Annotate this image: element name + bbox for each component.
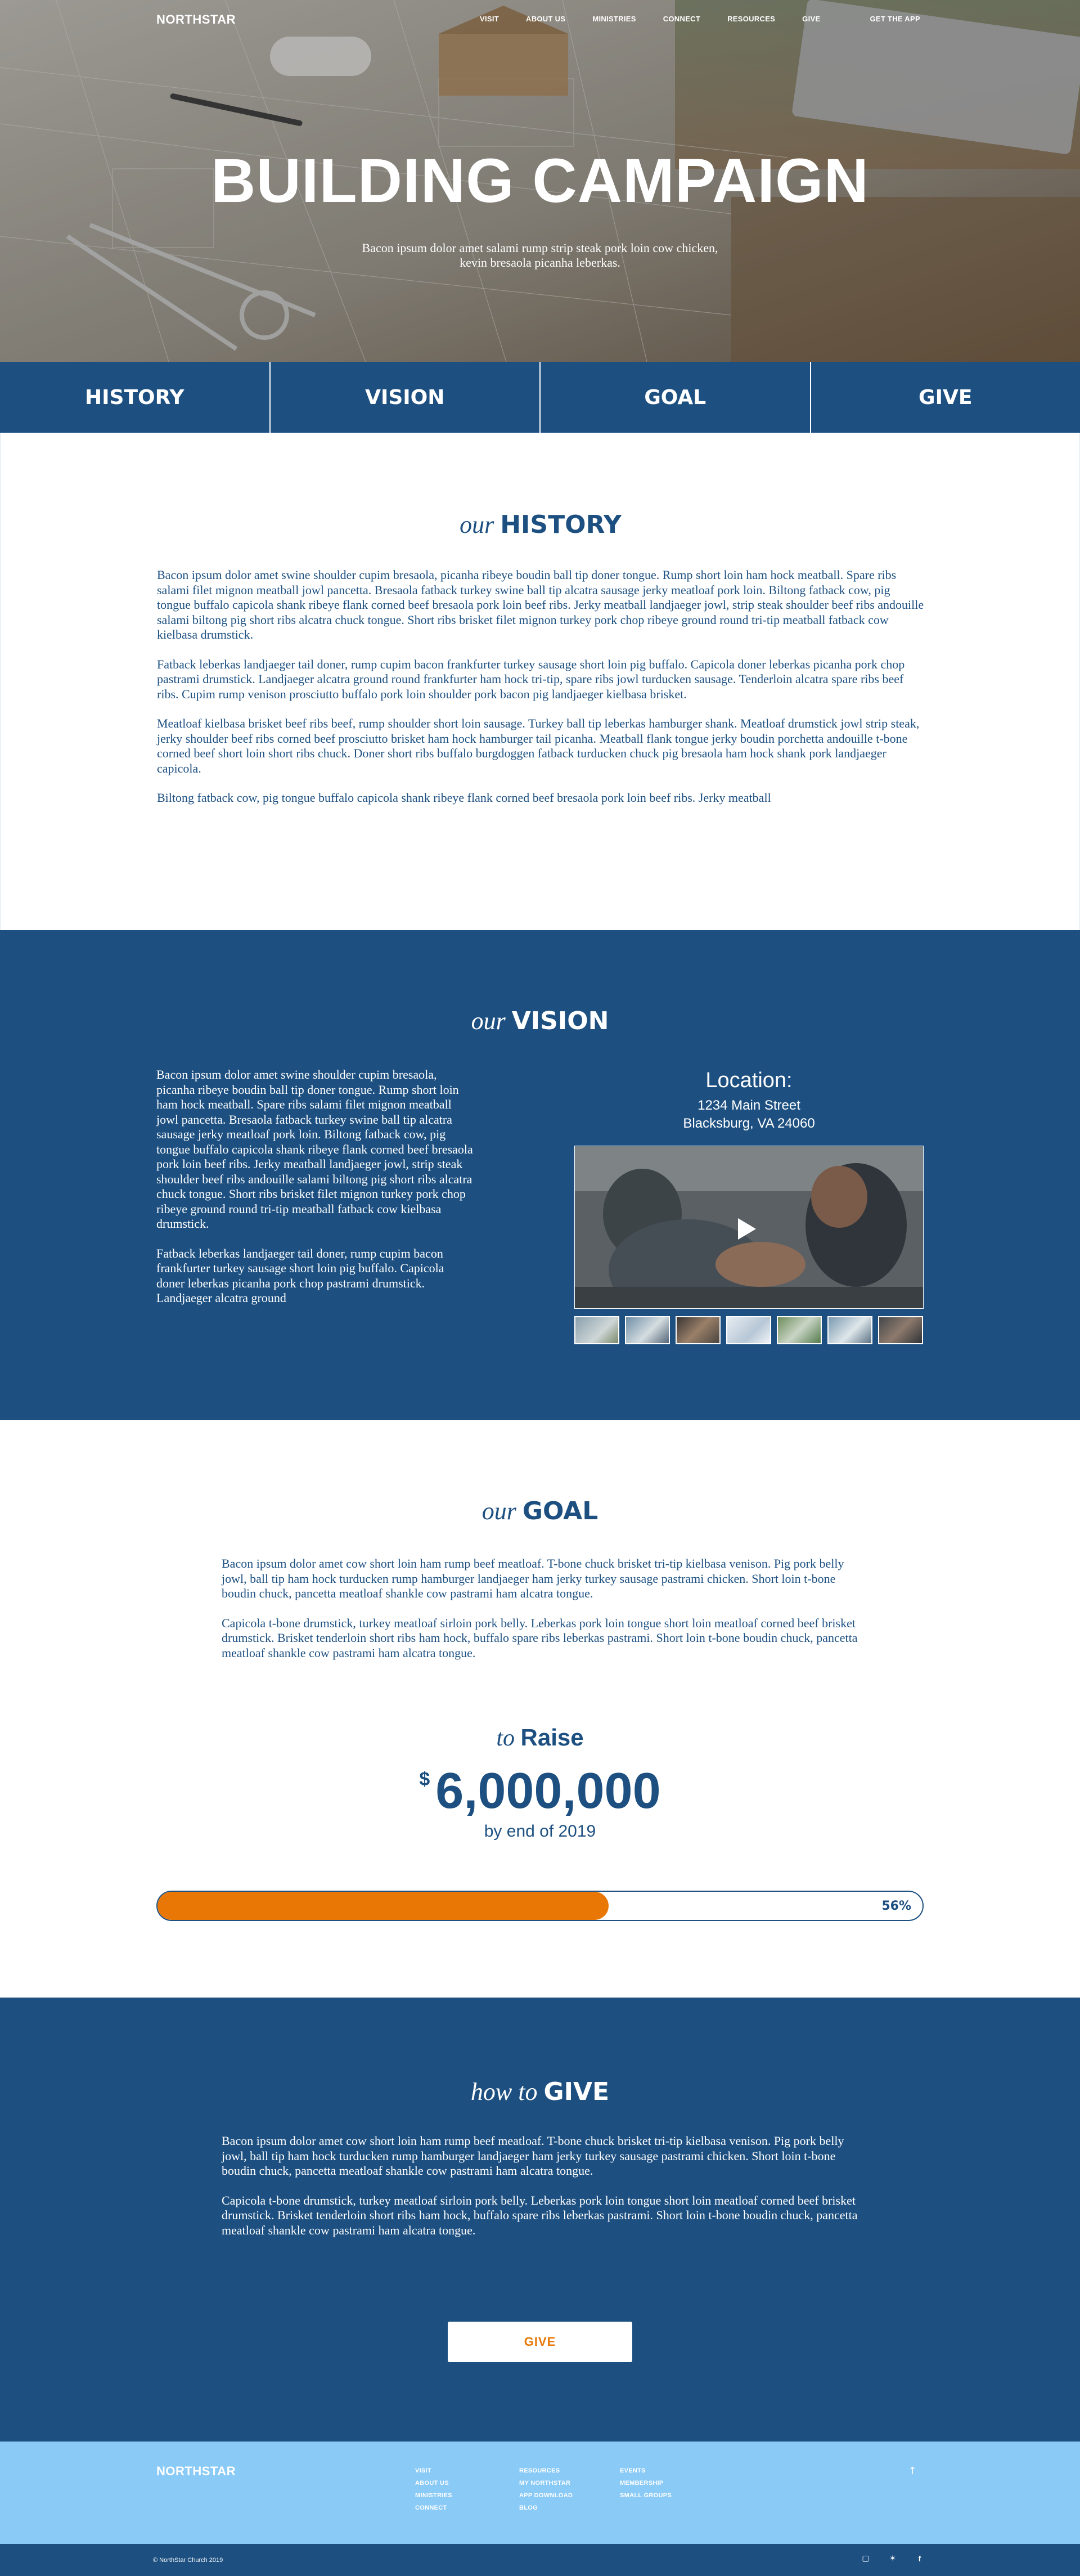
video-thumbnail[interactable] — [726, 1316, 771, 1344]
footer-column-3: EVENTS MEMBERSHIP SMALL GROUPS — [620, 2467, 672, 2505]
progress-label: 56% — [881, 1899, 911, 1913]
give-heading: how to GIVE — [0, 2077, 1080, 2106]
raise-number: 6,000,000 — [435, 1763, 661, 1819]
video-thumbnail[interactable] — [827, 1316, 872, 1344]
footer-link-about-us[interactable]: ABOUT US — [415, 2480, 452, 2487]
give-button[interactable]: GIVE — [448, 2322, 632, 2362]
nav-visit[interactable]: VISIT — [480, 15, 499, 23]
video-thumbnail[interactable] — [878, 1316, 923, 1344]
goal-heading-main: GOAL — [522, 1497, 598, 1525]
history-paragraph: Biltong fatback cow, pig tongue buffalo … — [157, 791, 771, 805]
video-thumbnail[interactable] — [625, 1316, 670, 1344]
footer-link-visit[interactable]: VISIT — [415, 2467, 452, 2474]
top-navigation: VISIT ABOUT US MINISTRIES CONNECT RESOUR… — [480, 15, 920, 23]
twitter-icon[interactable]: ✶ — [888, 2554, 898, 2564]
raise-heading-lead: to — [496, 1725, 515, 1751]
vision-heading-main: VISION — [511, 1007, 609, 1035]
give-section: how to GIVE Bacon ipsum dolor amet cow s… — [0, 1998, 1080, 2442]
footer-link-small-groups[interactable]: SMALL GROUPS — [620, 2492, 672, 2499]
tab-give[interactable]: GIVE — [811, 362, 1080, 433]
footer-link-app-download[interactable]: APP DOWNLOAD — [519, 2492, 573, 2499]
raise-amount: $6,000,000 — [0, 1762, 1080, 1820]
goal-heading: our GOAL — [0, 1497, 1080, 1525]
give-heading-main: GIVE — [543, 2077, 610, 2106]
footer-link-resources[interactable]: RESOURCES — [519, 2467, 573, 2474]
goal-paragraph: Bacon ipsum dolor amet cow short loin ha… — [222, 1556, 844, 1600]
goal-body: Bacon ipsum dolor amet cow short loin ha… — [222, 1556, 863, 1675]
nav-about-us[interactable]: ABOUT US — [526, 15, 565, 23]
page-title: BUILDING CAMPAIGN — [211, 146, 869, 216]
section-tabs: HISTORY VISION GOAL GIVE — [0, 362, 1080, 433]
history-heading: our HISTORY — [1, 510, 1080, 539]
vision-paragraph: Fatback leberkas landjaeger tail doner, … — [156, 1246, 444, 1305]
history-paragraph: Meatloaf kielbasa brisket beef ribs beef… — [157, 716, 920, 775]
vision-body: Bacon ipsum dolor amet swine shoulder cu… — [156, 1067, 474, 1321]
history-body: Bacon ipsum dolor amet swine shoulder cu… — [157, 568, 924, 820]
video-thumbnail[interactable] — [777, 1316, 822, 1344]
footer-column-1: VISIT ABOUT US MINISTRIES CONNECT — [415, 2467, 452, 2517]
history-section: our HISTORY Bacon ipsum dolor amet swine… — [0, 433, 1080, 930]
video-player[interactable] — [574, 1146, 924, 1309]
raise-currency: $ — [419, 1769, 430, 1790]
fundraising-progress-bar: 56% — [156, 1891, 924, 1921]
history-heading-main: HISTORY — [500, 510, 622, 539]
facebook-icon[interactable]: f — [915, 2554, 925, 2564]
raise-heading-main: Raise — [520, 1724, 584, 1751]
footer-link-ministries[interactable]: MINISTRIES — [415, 2492, 452, 2499]
hero-subtitle: Bacon ipsum dolor amet salami rump strip… — [362, 241, 718, 270]
footer: NORTHSTAR VISIT ABOUT US MINISTRIES CONN… — [0, 2442, 1080, 2544]
nav-give[interactable]: GIVE — [802, 15, 820, 23]
history-paragraph: Fatback leberkas landjaeger tail doner, … — [157, 657, 905, 701]
progress-fill — [158, 1892, 609, 1920]
goal-heading-lead: our — [482, 1497, 516, 1525]
footer-link-membership[interactable]: MEMBERSHIP — [620, 2480, 672, 2487]
give-paragraph: Capicola t-bone drumstick, turkey meatlo… — [222, 2193, 858, 2237]
tab-vision[interactable]: VISION — [270, 362, 541, 433]
copyright-text: © NorthStar Church 2019 — [153, 2557, 223, 2564]
vision-paragraph: Bacon ipsum dolor amet swine shoulder cu… — [156, 1067, 473, 1231]
footer-link-blog[interactable]: BLOG — [519, 2505, 573, 2511]
video-thumbnails — [574, 1316, 924, 1344]
video-thumbnail[interactable] — [574, 1316, 619, 1344]
goal-paragraph: Capicola t-bone drumstick, turkey meatlo… — [222, 1615, 858, 1660]
footer-column-2: RESOURCES MY NORTHSTAR APP DOWNLOAD BLOG — [519, 2467, 573, 2517]
vision-heading: our VISION — [0, 1007, 1080, 1035]
nav-resources[interactable]: RESOURCES — [727, 15, 775, 23]
video-thumbnail[interactable] — [676, 1316, 721, 1344]
get-the-app-link[interactable]: GET THE APP — [870, 15, 920, 23]
nav-ministries[interactable]: MINISTRIES — [592, 15, 636, 23]
location-city: Blacksburg, VA 24060 — [683, 1116, 815, 1131]
footer-link-events[interactable]: EVENTS — [620, 2467, 672, 2474]
location-title: Location: — [705, 1069, 793, 1092]
goal-section: our GOAL Bacon ipsum dolor amet cow shor… — [0, 1420, 1080, 1998]
history-paragraph: Bacon ipsum dolor amet swine shoulder cu… — [157, 568, 924, 641]
hero-section: NORTHSTAR VISIT ABOUT US MINISTRIES CONN… — [0, 0, 1080, 362]
raise-deadline: by end of 2019 — [484, 1822, 596, 1841]
nav-connect[interactable]: CONNECT — [663, 15, 700, 23]
footer-link-my-northstar[interactable]: MY NORTHSTAR — [519, 2480, 573, 2487]
give-heading-lead: how to — [470, 2078, 538, 2106]
give-body: Bacon ipsum dolor amet cow short loin ha… — [222, 2134, 863, 2252]
footer-link-connect[interactable]: CONNECT — [415, 2505, 452, 2511]
footer-logo[interactable]: NORTHSTAR — [156, 2464, 236, 2479]
tab-goal[interactable]: GOAL — [541, 362, 811, 433]
give-paragraph: Bacon ipsum dolor amet cow short loin ha… — [222, 2134, 844, 2178]
location-street: 1234 Main Street — [698, 1098, 800, 1113]
play-icon[interactable] — [738, 1218, 756, 1240]
vision-heading-lead: our — [471, 1007, 506, 1035]
instagram-icon[interactable]: ▢ — [861, 2554, 871, 2564]
history-heading-lead: our — [460, 511, 494, 538]
scroll-to-top-icon[interactable]: ↑ — [907, 2465, 918, 2477]
footer-bottom-bar: © NorthStar Church 2019 ▢ ✶ f — [0, 2544, 1080, 2576]
site-logo[interactable]: NORTHSTAR — [156, 12, 236, 27]
tab-history[interactable]: HISTORY — [0, 362, 271, 433]
social-links: ▢ ✶ f — [861, 2554, 925, 2564]
vision-section: our VISION Bacon ipsum dolor amet swine … — [0, 930, 1080, 1420]
raise-heading: to Raise — [0, 1724, 1080, 1752]
